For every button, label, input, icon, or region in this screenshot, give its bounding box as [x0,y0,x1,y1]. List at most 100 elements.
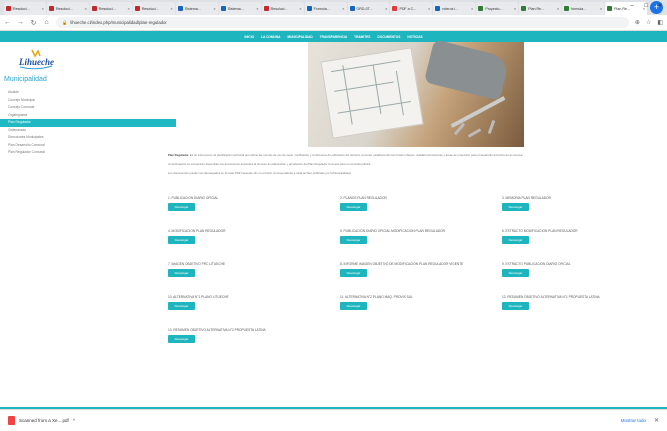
download-button[interactable]: Descargar [340,236,367,244]
browser-tab[interactable]: Resoluci... × [132,2,175,15]
favicon-icon [134,6,140,11]
download-button[interactable]: Descargar [502,269,529,277]
sidebar-item[interactable]: Plan Regulador Comunal [0,149,176,157]
maximize-icon[interactable]: □ [639,0,653,13]
url-input[interactable]: 🔒 lihueche.cl/index.php/municipalidad/pl… [56,17,629,28]
topnav-link[interactable]: DOCUMENTOS [377,35,400,39]
document-label: 10. ALTERNATIVA N°1 PLANO LITUECHE [168,295,229,299]
document-label: 7. IMAGEN OBJETIVO PRC LITUECHE [168,262,226,266]
tab-close-icon[interactable]: × [213,6,215,11]
show-all-link[interactable]: Mostrar todo [621,418,646,423]
tab-close-icon[interactable]: × [428,6,430,11]
browser-tab[interactable]: formula... × [562,2,605,15]
sidebar-item[interactable]: Alcalde [0,89,176,97]
document-item: 6. EXTRACTO MODIFICACION PLAN REGULADOR D… [502,229,662,244]
browser-tab[interactable]: nderos i... × [433,2,476,15]
download-button[interactable]: Descargar [168,302,195,310]
favicon-icon [435,6,441,11]
pdf-icon [8,416,15,425]
download-button[interactable]: Descargar [502,302,529,310]
tab-close-icon[interactable]: × [471,6,473,11]
document-item: 10. ALTERNATIVA N°1 PLANO LITUECHE Descar… [168,295,328,310]
tab-close-icon[interactable]: × [514,6,516,11]
browser-tab[interactable]: Sistema... × [175,2,218,15]
sidebar-menu: Alcalde Concejo Municipal Consejo Comunal O… [0,89,176,157]
tab-close-icon[interactable]: × [600,6,602,11]
browser-tab[interactable]: Resoluci... × [46,2,89,15]
download-item[interactable]: Scanned from a Xe....pdf ^ [8,416,75,425]
sidebar-item[interactable]: Organigrama [0,112,176,120]
favicon-icon [521,6,527,11]
browser-tab[interactable]: Plan Re... × [519,2,562,15]
sidebar: Lihueche Municipalidad Alcalde Concejo Mu… [0,42,176,409]
extension-icon[interactable]: ◧ [657,19,663,26]
tab-label: Sistema... [227,6,244,11]
sidebar-item[interactable]: Ordenanzas [0,127,176,135]
browser-tab[interactable]: Sistema... × [218,2,261,15]
download-button[interactable]: Descargar [168,269,195,277]
browser-tab[interactable]: Resoluci... × [4,2,46,15]
browser-tab[interactable]: Resoluci... × [261,2,304,15]
blueprint-illustration [320,47,424,139]
download-button[interactable]: Descargar [168,203,195,211]
tab-close-icon[interactable]: × [85,6,87,11]
browser-tab[interactable]: ORD-0T... × [347,2,390,15]
tab-label: Resoluci... [270,6,288,11]
browser-tab[interactable]: PDF a C... × [390,2,433,15]
lock-icon: 🔒 [62,19,68,25]
tab-close-icon[interactable]: × [42,6,44,11]
favicon-icon [349,6,355,11]
back-icon[interactable]: ← [4,19,11,26]
site-top-nav: INICIO LA COMUNA MUNICIPALIDAD TRANSPARENCI… [0,31,667,42]
tab-close-icon[interactable]: × [557,6,559,11]
tab-label: ORD-0T... [356,6,373,11]
download-button[interactable]: Descargar [340,269,367,277]
topnav-link[interactable]: INICIO [244,35,254,39]
tab-label: nderos i... [442,6,459,11]
forward-icon[interactable]: → [17,19,24,26]
topnav-link[interactable]: MUNICIPALIDAD [287,35,312,39]
topnav-link[interactable]: TRANSPARENCIA [320,35,347,39]
topnav-link[interactable]: NOTICIAS [407,35,422,39]
tab-close-icon[interactable]: × [385,6,387,11]
tab-close-icon[interactable]: × [256,6,258,11]
browser-tab[interactable]: Resoluci... × [89,2,132,15]
sidebar-item[interactable]: Concejo Municipal [0,97,176,105]
intro-paragraph: Plan Regulador. Es un instrumento de pla… [168,153,658,157]
star-icon[interactable]: ☆ [646,19,651,26]
sidebar-item[interactable]: Direcciones Municipales [0,134,176,142]
download-button[interactable]: Descargar [502,236,529,244]
download-bar: Scanned from a Xe....pdf ^ Mostrar todo … [0,409,667,431]
topnav-link[interactable]: LA COMUNA [261,35,280,39]
tab-close-icon[interactable]: × [127,6,129,11]
document-label: 6. EXTRACTO MODIFICACION PLAN REGULADOR [502,229,578,233]
download-button[interactable]: Descargar [340,203,367,211]
home-icon[interactable]: ⌂ [43,19,50,26]
document-label: 12. RESUMEN OBJETIVO ALTERNATIVA N°1 PRO… [502,295,600,299]
sidebar-item[interactable]: Plan Regulador [0,119,176,127]
intro-bold: Plan Regulador. [168,153,190,157]
tab-close-icon[interactable]: × [342,6,344,11]
download-button[interactable]: Descargar [168,236,195,244]
reload-icon[interactable]: ↻ [30,19,37,27]
document-item: 3. MEMORIA PLAN REGULADOR Descargar [502,196,662,211]
favicon-icon [392,6,398,11]
zoom-icon[interactable]: ⊕ [635,19,640,26]
browser-tab[interactable]: Proyecto... × [476,2,519,15]
screw-illustration [487,119,496,135]
close-icon[interactable]: ✕ [654,417,659,424]
minimize-icon[interactable]: – [625,0,639,13]
url-text: lihueche.cl/index.php/municipalidad/plan… [70,20,167,25]
download-button[interactable]: Descargar [502,203,529,211]
sidebar-item[interactable]: Plan Desarrollo Comunal [0,142,176,150]
download-button[interactable]: Descargar [340,302,367,310]
download-button[interactable]: Descargar [168,335,195,343]
browser-tab[interactable]: Formula... × [304,2,347,15]
tab-close-icon[interactable]: × [299,6,301,11]
tab-close-icon[interactable]: × [170,6,172,11]
topnav-link[interactable]: TRAMITES [354,35,370,39]
close-icon[interactable]: ✕ [653,0,667,13]
chevron-up-icon[interactable]: ^ [73,418,75,423]
sidebar-item[interactable]: Consejo Comunal [0,104,176,112]
paragraph-2: A continuación se encuentran disponibles… [168,162,372,166]
